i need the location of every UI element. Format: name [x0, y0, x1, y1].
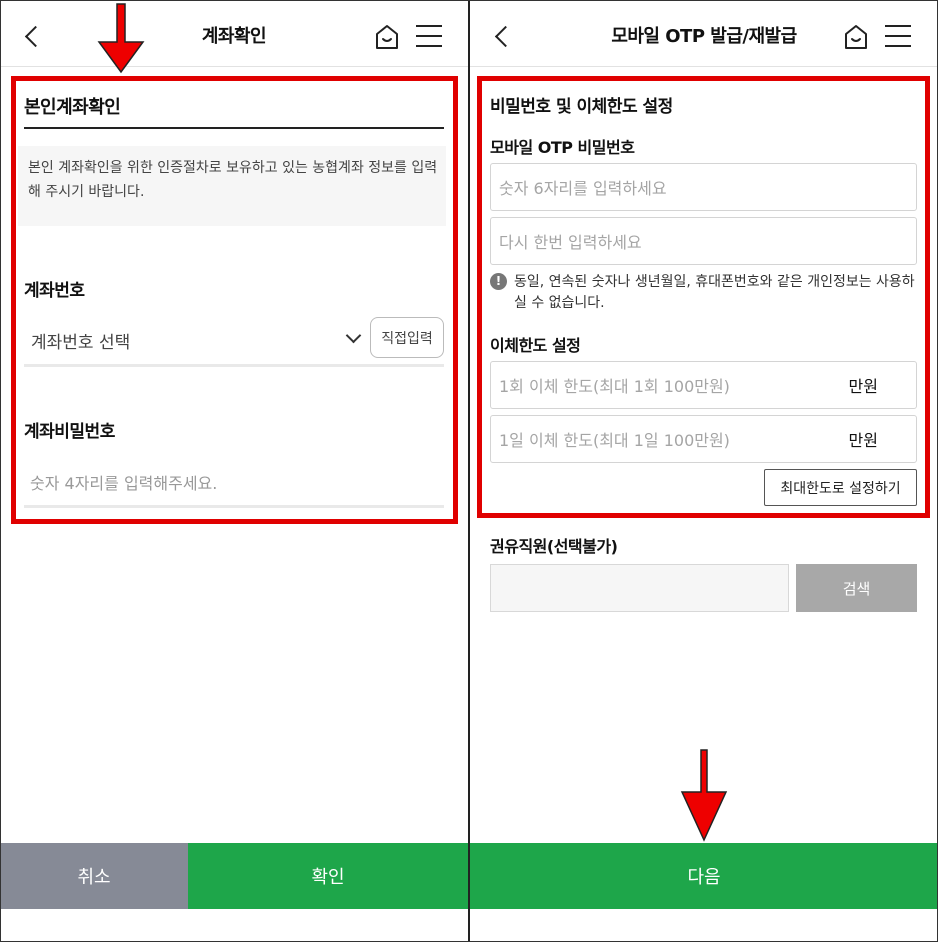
notice-text: 본인 계좌확인을 위한 인증절차로 보유하고 있는 농협계좌 정보를 입력해 주…: [28, 160, 438, 200]
otp-password-placeholder: 숫자 6자리를 입력하세요: [499, 179, 667, 198]
warning-text: 동일, 연속된 숫자나 생년월일, 휴대폰번호와 같은 개인정보는 사용하실 수…: [514, 274, 915, 311]
search-button[interactable]: 검색: [796, 564, 917, 612]
section-title: 본인계좌확인: [24, 97, 121, 118]
account-password-label: 계좌비밀번호: [24, 422, 115, 442]
password-underline: [24, 505, 444, 508]
section-title: 비밀번호 및 이체한도 설정: [490, 97, 673, 117]
once-limit-placeholder: 1회 이체 한도(최대 1회 100만원): [499, 377, 730, 396]
max-limit-button[interactable]: 최대한도로 설정하기: [764, 469, 917, 506]
account-verify-screen: 계좌확인 본인계좌확인 본인 계좌확인을 위한 인증절차로 보유하고 있는 농협…: [0, 0, 468, 942]
account-number-label: 계좌번호: [24, 281, 85, 301]
otp-issue-screen: 모바일 OTP 발급/재발급 비밀번호 및 이체한도 설정 모바일 OTP 비밀…: [470, 0, 938, 942]
otp-password-input[interactable]: 숫자 6자리를 입력하세요: [490, 163, 917, 211]
title-divider: [24, 127, 444, 129]
once-limit-unit: 만원: [848, 377, 878, 396]
otp-password-label: 모바일 OTP 비밀번호: [490, 138, 635, 157]
transfer-limit-label: 이체한도 설정: [490, 336, 581, 355]
menu-icon[interactable]: [416, 25, 442, 47]
recommender-label: 권유직원(선택불가): [490, 537, 618, 556]
account-password-input[interactable]: 숫자 4자리를 입력해주세요.: [30, 470, 217, 494]
once-limit-input[interactable]: 1회 이체 한도(최대 1회 100만원) 만원: [490, 361, 917, 409]
account-underline: [24, 364, 444, 367]
header: 계좌확인: [0, 0, 468, 67]
daily-limit-input[interactable]: 1일 이체 한도(최대 1일 100만원) 만원: [490, 415, 917, 463]
cancel-button[interactable]: 취소: [0, 843, 188, 909]
confirm-button[interactable]: 확인: [188, 843, 468, 909]
account-select[interactable]: 계좌번호 선택: [24, 316, 364, 360]
account-select-value: 계좌번호 선택: [31, 333, 131, 353]
recommender-input: [490, 564, 789, 612]
menu-icon[interactable]: [885, 25, 911, 47]
notice-box: 본인 계좌확인을 위한 인증절차로 보유하고 있는 농협계좌 정보를 입력해 주…: [18, 146, 446, 226]
header: 모바일 OTP 발급/재발급: [470, 0, 938, 67]
daily-limit-placeholder: 1일 이체 한도(최대 1일 100만원): [499, 431, 730, 450]
daily-limit-unit: 만원: [848, 431, 878, 450]
next-button[interactable]: 다음: [470, 843, 938, 909]
otp-password-confirm-placeholder: 다시 한번 입력하세요: [499, 233, 642, 252]
home-icon[interactable]: [375, 24, 399, 50]
warning-icon: !: [490, 273, 507, 290]
down-arrow-annotation: [680, 749, 728, 842]
chevron-down-icon: [345, 327, 362, 344]
direct-input-button[interactable]: 직접입력: [370, 317, 444, 358]
home-icon[interactable]: [844, 24, 868, 50]
down-arrow-annotation: [97, 3, 145, 74]
otp-password-confirm-input[interactable]: 다시 한번 입력하세요: [490, 217, 917, 265]
